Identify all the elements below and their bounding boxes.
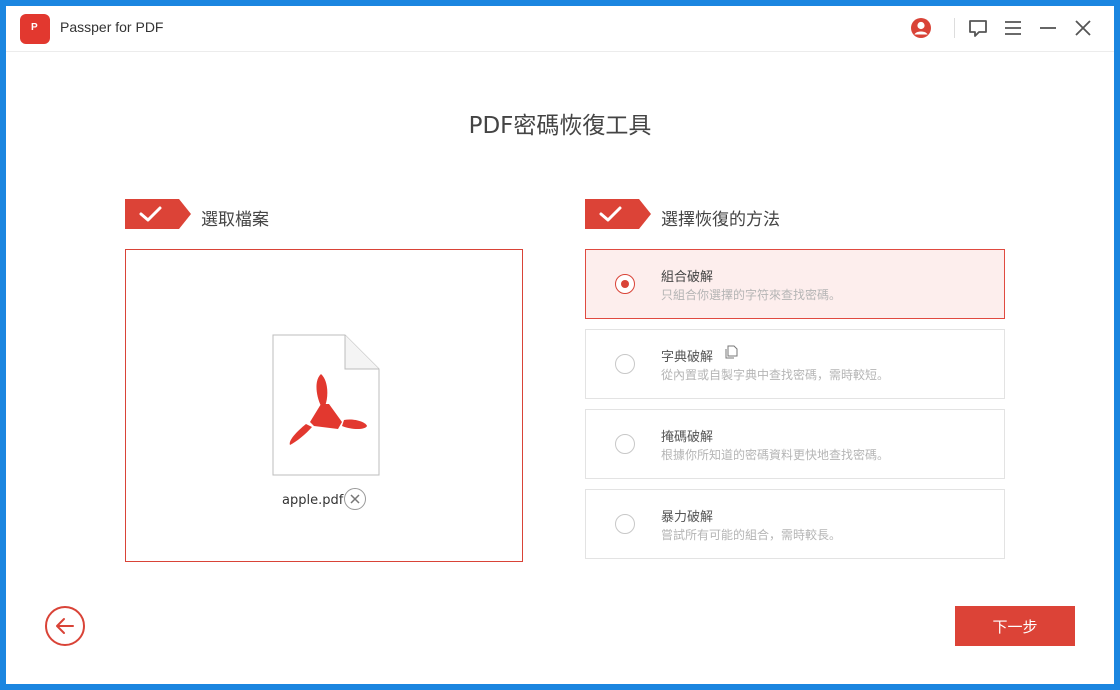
option-description: 嘗試所有可能的組合，需時較長。 [661,528,842,542]
file-name: apple.pdf [282,493,344,508]
file-drop-area[interactable]: apple.pdf [125,249,523,562]
step2-label: 選擇恢復的方法 [661,210,780,230]
next-step-button[interactable]: 下一步 [955,606,1075,646]
pdf-file-icon [272,334,380,476]
radio-button[interactable] [615,514,635,534]
option-title: 組合破解 [661,270,714,285]
page-title: PDF密碼恢復工具 [468,113,652,139]
minimize-icon[interactable] [1035,15,1061,41]
remove-x-icon [350,494,360,504]
radio-button[interactable] [615,354,635,374]
radio-button[interactable] [615,434,635,454]
option-dictionary-attack[interactable]: 字典破解 從內置或自製字典中查找密碼，需時較短。 [585,329,1005,399]
option-title: 暴力破解 [661,510,714,525]
titlebar-divider [954,18,955,38]
arrow-left-icon [56,618,74,634]
option-description: 只組合你選擇的字符來查找密碼。 [661,288,842,302]
app-title: Passper for PDF [60,19,164,35]
menu-icon[interactable] [1000,15,1026,41]
option-combination-attack[interactable]: 組合破解 只組合你選擇的字符來查找密碼。 [585,249,1005,319]
app-window: P Passper for PDF PDF密碼恢復工具 選取檔案 apple.p… [6,6,1114,684]
option-title: 字典破解 [661,350,714,365]
option-brute-force-attack[interactable]: 暴力破解 嘗試所有可能的組合，需時較長。 [585,489,1005,559]
back-button[interactable] [45,606,85,646]
option-description: 從內置或自製字典中查找密碼，需時較短。 [661,368,890,382]
app-logo-glyph: P [31,22,38,33]
close-icon[interactable] [1070,15,1096,41]
option-title: 掩碼破解 [661,430,714,445]
step2-check-icon [585,199,651,229]
step1-label: 選取檔案 [201,210,269,230]
app-logo-icon: P [20,14,50,44]
account-icon[interactable] [908,15,934,41]
radio-button[interactable] [615,274,635,294]
option-mask-attack[interactable]: 掩碼破解 根據你所知道的密碼資料更快地查找密碼。 [585,409,1005,479]
option-description: 根據你所知道的密碼資料更快地查找密碼。 [661,448,890,462]
remove-file-button[interactable] [344,488,366,510]
dictionary-file-icon[interactable] [725,345,739,359]
feedback-icon[interactable] [965,15,991,41]
step1-check-icon [125,199,191,229]
title-bar: P Passper for PDF [6,6,1114,52]
